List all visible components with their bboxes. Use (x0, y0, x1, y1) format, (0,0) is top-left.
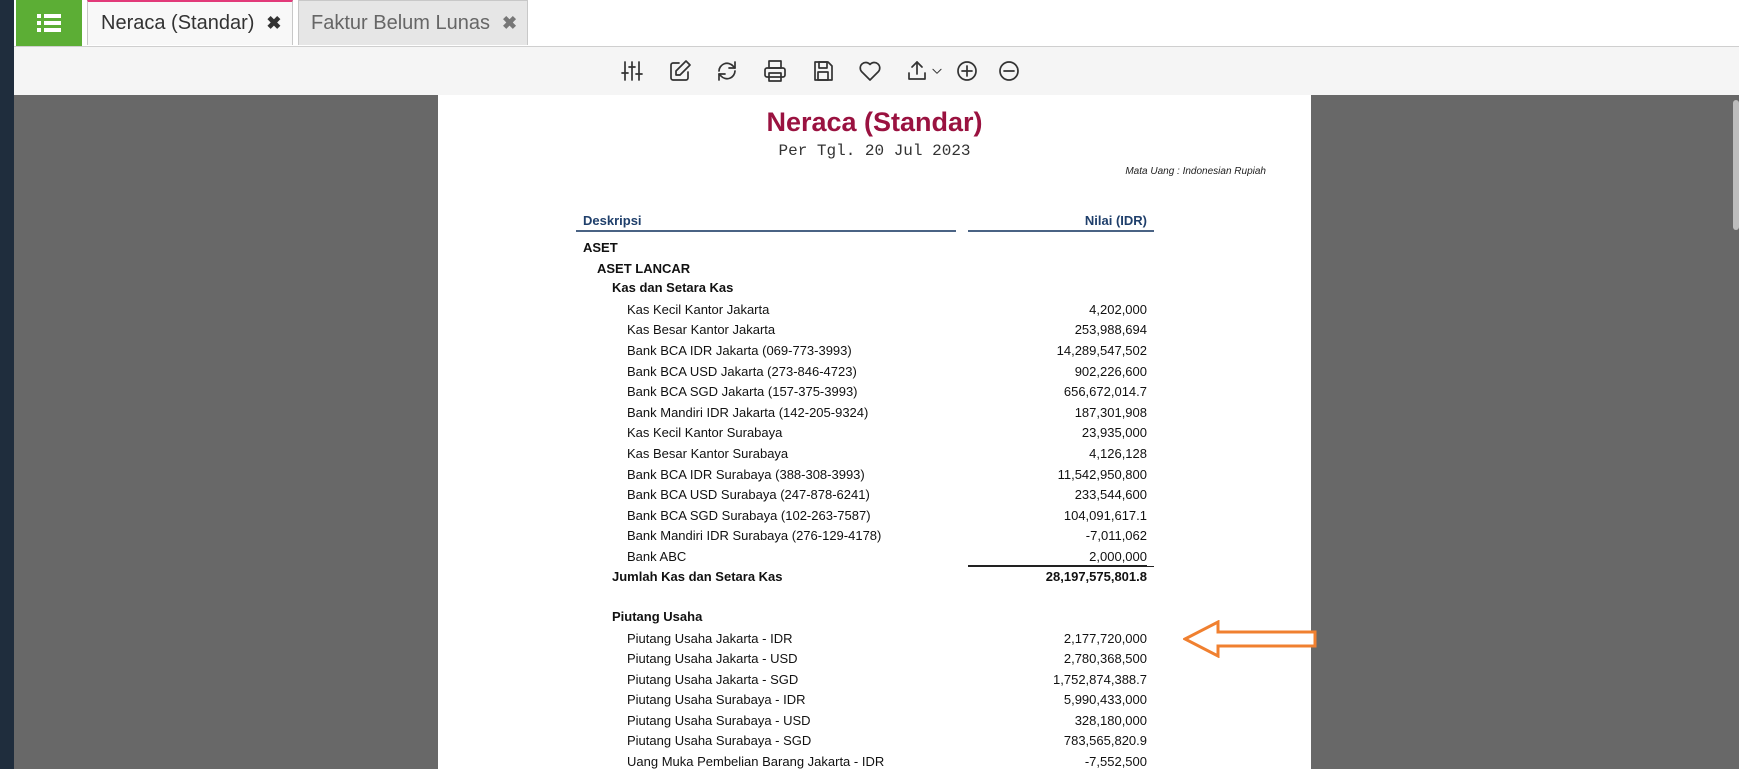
report-title: Neraca (Standar) (766, 107, 983, 137)
table-row: Bank BCA SGD Surabaya (102-263-7587) 104,… (438, 508, 1311, 526)
table-row: Bank Mandiri IDR Jakarta (142-205-9324) 1… (438, 405, 1311, 423)
table-row: Bank BCA IDR Jakarta (069-773-3993) 14,28… (438, 343, 1311, 361)
table-row: Piutang Usaha Surabaya - IDR 5,990,433,00… (438, 692, 1311, 710)
row-description: Piutang Usaha Jakarta - SGD (627, 672, 799, 687)
table-row: Bank BCA USD Jakarta (273-846-4723) 902,2… (438, 364, 1311, 382)
zoom-out-icon[interactable] (997, 59, 1021, 83)
row-description: Bank ABC (627, 549, 687, 564)
scrollbar-thumb[interactable] (1733, 100, 1739, 230)
row-description: Bank BCA SGD Surabaya (102-263-7587) (627, 508, 871, 523)
column-header-description: Deskripsi (576, 213, 956, 232)
table-row: Bank BCA USD Surabaya (247-878-6241) 233,… (438, 487, 1311, 505)
row-value: 187,301,908 (1074, 405, 1147, 420)
row-value: 2,780,368,500 (1063, 651, 1147, 666)
row-value: -7,011,062 (1085, 528, 1147, 543)
row-value: 1,752,874,388.7 (1053, 672, 1147, 687)
row-description: Piutang Usaha Jakarta - USD (627, 651, 798, 666)
row-value: 902,226,600 (1074, 364, 1147, 379)
table-row: Kas Kecil Kantor Jakarta 4,202,000 (438, 302, 1311, 320)
table-row: Piutang Usaha Surabaya - USD 328,180,000 (438, 713, 1311, 731)
refresh-icon[interactable] (715, 59, 739, 83)
tab-label: Faktur Belum Lunas (311, 11, 490, 34)
currency-note: Mata Uang : Indonesian Rupiah (1125, 166, 1266, 177)
menu-button[interactable] (16, 0, 82, 46)
table-row: Piutang Usaha Jakarta - USD 2,780,368,500 (438, 651, 1311, 669)
row-description: Kas Besar Kantor Jakarta (627, 322, 776, 337)
row-description: Piutang Usaha Surabaya - USD (627, 713, 811, 728)
row-value: 5,990,433,000 (1063, 692, 1147, 707)
table-row: Kas Besar Kantor Surabaya 4,126,128 (438, 446, 1311, 464)
row-description: Piutang Usaha Surabaya - IDR (627, 692, 806, 707)
report-date: Per Tgl. 20 Jul 2023 (778, 142, 971, 160)
row-description: Piutang Usaha (612, 609, 703, 624)
row-value: 11,542,950,800 (1057, 467, 1147, 482)
zoom-in-icon[interactable] (955, 59, 979, 83)
edit-icon[interactable] (668, 59, 692, 83)
print-icon[interactable] (763, 59, 787, 83)
row-value: 104,091,617.1 (1063, 508, 1147, 523)
close-icon[interactable]: ✖ (266, 13, 281, 34)
table-row: Kas dan Setara Kas (438, 280, 1311, 298)
row-value: 253,988,694 (1074, 322, 1147, 337)
row-value: -7,552,500 (1084, 754, 1147, 769)
list-menu-icon (37, 14, 61, 32)
row-value: 2,177,720,000 (1063, 631, 1147, 646)
row-description: Piutang Usaha Jakarta - IDR (627, 631, 793, 646)
tab-faktur-belum-lunas[interactable]: Faktur Belum Lunas ✖ (298, 0, 528, 45)
row-description: Bank BCA USD Surabaya (247-878-6241) (627, 487, 870, 502)
row-value: 328,180,000 (1074, 713, 1147, 728)
row-value: 233,544,600 (1074, 487, 1147, 502)
row-description: Kas Besar Kantor Surabaya (627, 446, 789, 461)
row-description: Bank Mandiri IDR Surabaya (276-129-4178) (627, 528, 882, 543)
window-edge (0, 0, 14, 769)
row-description: Kas Kecil Kantor Jakarta (627, 302, 770, 317)
chevron-down-icon[interactable] (930, 59, 944, 83)
row-description: Uang Muka Pembelian Barang Jakarta - IDR (627, 754, 885, 769)
row-description: Bank Mandiri IDR Jakarta (142-205-9324) (627, 405, 869, 420)
row-description: Kas Kecil Kantor Surabaya (627, 425, 783, 440)
row-value: 4,126,128 (1089, 446, 1147, 461)
row-value: 23,935,000 (1081, 425, 1147, 440)
row-description: Kas dan Setara Kas (612, 280, 734, 295)
row-description: Bank BCA SGD Jakarta (157-375-3993) (627, 384, 858, 399)
table-row: Bank BCA SGD Jakarta (157-375-3993) 656,6… (438, 384, 1311, 402)
row-description: Jumlah Kas dan Setara Kas (612, 569, 783, 584)
sliders-icon[interactable] (620, 59, 644, 83)
report-page: Neraca (Standar) Per Tgl. 20 Jul 2023 Ma… (438, 95, 1311, 769)
row-value: 783,565,820.9 (1063, 733, 1147, 748)
row-description: Piutang Usaha Surabaya - SGD (627, 733, 812, 748)
table-row: Kas Kecil Kantor Surabaya 23,935,000 (438, 425, 1311, 443)
row-value: 4,202,000 (1089, 302, 1147, 317)
table-row: Bank ABC 2,000,000 (438, 549, 1311, 567)
subtotal-row: Jumlah Kas dan Setara Kas 28,197,575,801.… (438, 566, 1311, 587)
table-row: Piutang Usaha Jakarta - IDR 2,177,720,000 (438, 631, 1311, 649)
table-row: ASET (438, 240, 1311, 258)
report-toolbar (14, 47, 1739, 95)
table-row: Kas Besar Kantor Jakarta 253,988,694 (438, 322, 1311, 340)
save-icon[interactable] (811, 59, 835, 83)
table-row: Piutang Usaha Surabaya - SGD 783,565,820.… (438, 733, 1311, 751)
row-value: 2,000,000 (968, 549, 1147, 566)
table-row: Piutang Usaha Jakarta - SGD 1,752,874,388… (438, 672, 1311, 690)
row-description: Bank BCA IDR Surabaya (388-308-3993) (627, 467, 865, 482)
favorite-icon[interactable] (858, 59, 882, 83)
arrow-left-icon (1183, 620, 1317, 658)
close-icon[interactable]: ✖ (502, 13, 517, 34)
table-row: Uang Muka Pembelian Barang Jakarta - IDR… (438, 754, 1311, 772)
row-description: Bank BCA USD Jakarta (273-846-4723) (627, 364, 857, 379)
row-value: 656,672,014.7 (1063, 384, 1147, 399)
column-header-value: Nilai (IDR) (968, 213, 1154, 232)
table-row: Piutang Usaha (438, 609, 1311, 627)
row-description: Bank BCA IDR Jakarta (069-773-3993) (627, 343, 852, 358)
table-row: Bank BCA IDR Surabaya (388-308-3993) 11,5… (438, 467, 1311, 485)
row-description: ASET LANCAR (597, 261, 691, 276)
table-row: Bank Mandiri IDR Surabaya (276-129-4178)… (438, 528, 1311, 546)
table-row: ASET LANCAR (438, 261, 1311, 279)
export-icon[interactable] (905, 59, 929, 83)
row-description: ASET (583, 240, 618, 255)
row-value: 28,197,575,801.8 (968, 566, 1154, 584)
tab-label: Neraca (Standar) (101, 12, 255, 34)
tab-neraca-standar[interactable]: Neraca (Standar) ✖ (87, 0, 293, 45)
row-value: 14,289,547,502 (1056, 343, 1147, 358)
